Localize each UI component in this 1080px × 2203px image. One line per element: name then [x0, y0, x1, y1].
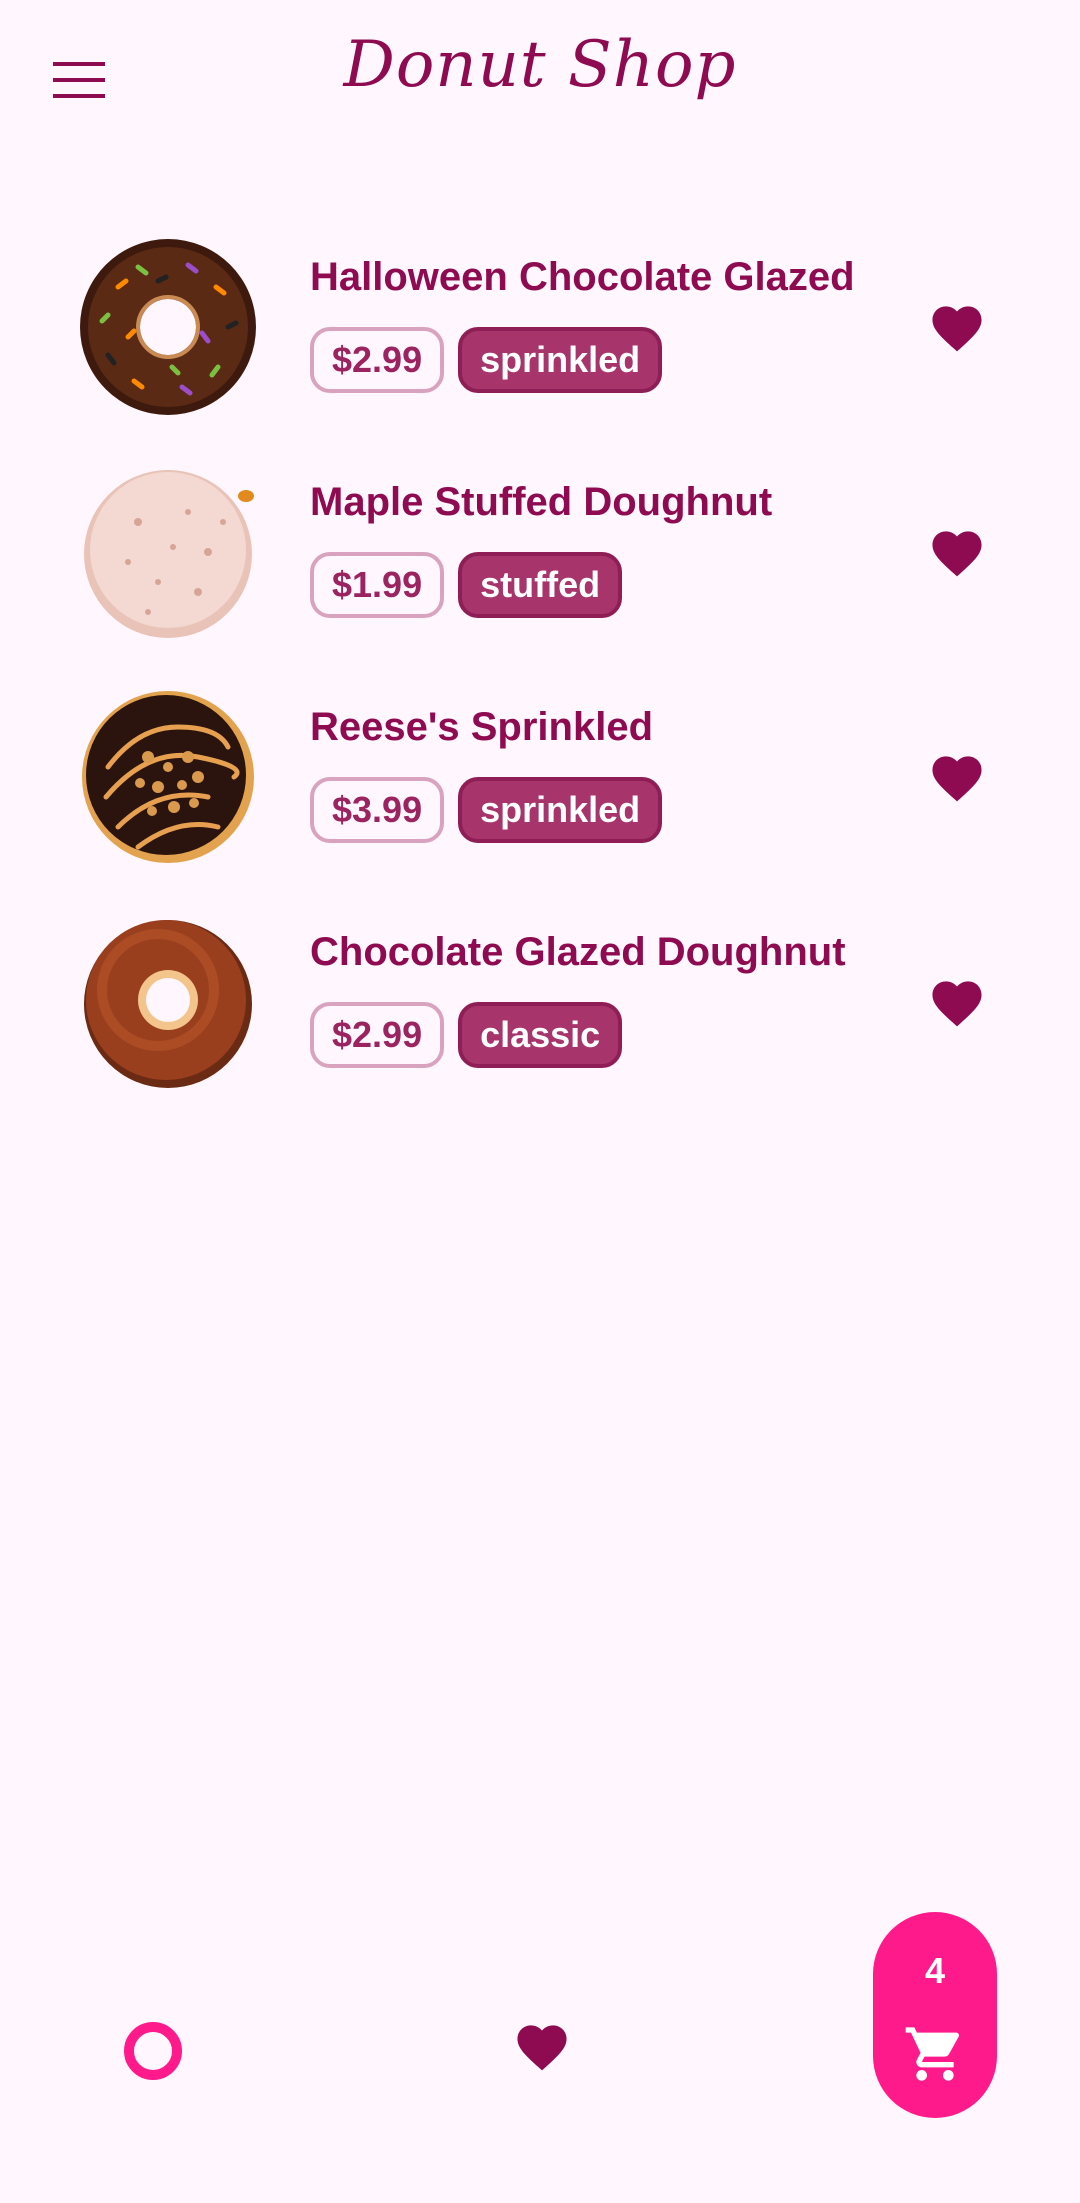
- price-chip: $3.99: [310, 777, 445, 843]
- chip-row: $1.99 stuffed: [310, 552, 623, 618]
- price-chip: $2.99: [310, 1002, 445, 1068]
- favorite-button[interactable]: [922, 966, 992, 1036]
- cart-count-badge: 4: [924, 1950, 946, 1991]
- price-chip: $2.99: [310, 327, 445, 393]
- donut-image: [78, 912, 258, 1092]
- heart-icon: [932, 306, 982, 352]
- donut-name: Halloween Chocolate Glazed: [310, 255, 855, 299]
- favorite-button[interactable]: [922, 291, 992, 361]
- app-title: Donut Shop: [343, 28, 737, 102]
- list-item[interactable]: Chocolate Glazed Doughnut $2.99 classic: [0, 900, 1080, 1125]
- donut-list: Halloween Chocolate Glazed $2.99 sprinkl…: [0, 225, 1080, 1125]
- app-bar: Donut Shop: [0, 0, 1080, 160]
- donut-ring-icon: [124, 2022, 182, 2080]
- list-item[interactable]: Maple Stuffed Doughnut $1.99 stuffed: [0, 450, 1080, 675]
- list-item[interactable]: Reese's Sprinkled $3.99 sprinkled: [0, 675, 1080, 900]
- chip-row: $3.99 sprinkled: [310, 777, 663, 843]
- cart-icon: [905, 2027, 960, 2081]
- favorite-button[interactable]: [922, 516, 992, 586]
- tag-chip: classic: [458, 1002, 623, 1068]
- list-item[interactable]: Halloween Chocolate Glazed $2.99 sprinkl…: [0, 225, 1080, 450]
- nav-favorites-button[interactable]: [512, 2018, 582, 2082]
- heart-icon: [932, 756, 982, 802]
- tag-chip: sprinkled: [458, 777, 663, 843]
- donut-name: Reese's Sprinkled: [310, 705, 654, 749]
- heart-icon: [932, 531, 982, 577]
- donut-image: [78, 462, 258, 642]
- donut-name: Chocolate Glazed Doughnut: [310, 930, 846, 974]
- donut-image: [78, 687, 258, 867]
- chip-row: $2.99 classic: [310, 1002, 623, 1068]
- donut-name: Maple Stuffed Doughnut: [310, 480, 773, 524]
- tag-chip: sprinkled: [458, 327, 663, 393]
- heart-icon: [932, 981, 982, 1027]
- heart-icon: [517, 2025, 567, 2071]
- cart-button[interactable]: 4: [873, 1912, 997, 2118]
- donut-image: [78, 237, 258, 417]
- price-chip: $1.99: [310, 552, 445, 618]
- nav-donuts-button[interactable]: [122, 2020, 184, 2082]
- chip-row: $2.99 sprinkled: [310, 327, 663, 393]
- favorite-button[interactable]: [922, 741, 992, 811]
- tag-chip: stuffed: [458, 552, 623, 618]
